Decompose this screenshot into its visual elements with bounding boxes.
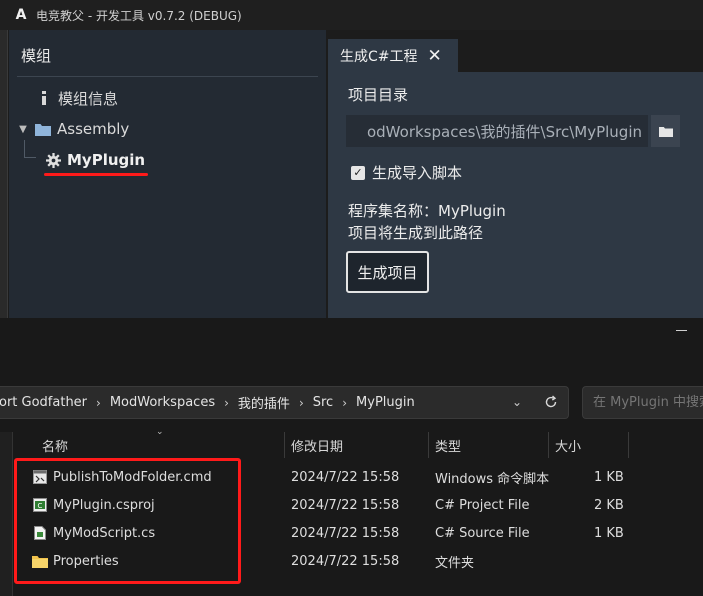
folder-icon <box>658 126 673 137</box>
generate-project-button[interactable]: 生成项目 <box>346 251 429 293</box>
info-icon <box>36 90 52 106</box>
tree-item-label: 模组信息 <box>58 89 119 108</box>
breadcrumb-item[interactable]: Src <box>313 395 333 410</box>
file-name: PublishToModFolder.cmd <box>53 469 212 485</box>
tree-item-label: Assembly <box>57 120 130 138</box>
sort-caret-icon: ⌄ <box>156 427 164 437</box>
file-row[interactable]: PublishToModFolder.cmd 2024/7/22 15:58 W… <box>24 463 703 491</box>
file-type: C# Source File <box>435 525 530 541</box>
chevron-right-icon: › <box>342 395 348 410</box>
checkbox-checked-icon[interactable]: ✓ <box>351 165 365 180</box>
cs-file-icon <box>32 525 48 541</box>
file-name-cell: PublishToModFolder.cmd <box>32 463 212 491</box>
chevron-down-icon[interactable]: ▼ <box>17 124 29 135</box>
tree-item-myplugin[interactable]: MyPlugin <box>45 148 145 172</box>
minimize-icon[interactable] <box>676 330 687 331</box>
chevron-right-icon: › <box>224 395 229 410</box>
file-name-cell: Properties <box>32 547 119 575</box>
project-dir-label: 项目目录 <box>348 86 409 104</box>
browse-folder-button[interactable] <box>651 115 680 147</box>
file-name-cell: MyModScript.cs <box>32 519 155 547</box>
folder-icon <box>32 553 48 569</box>
column-divider[interactable] <box>284 432 285 458</box>
column-header-name[interactable]: 名称 <box>42 432 68 458</box>
checkbox-label: 生成导入脚本 <box>372 164 463 182</box>
panel-divider <box>17 76 318 77</box>
file-type: Windows 命令脚本 <box>435 471 550 487</box>
chevron-right-icon: › <box>96 395 101 410</box>
file-size: 1 KB <box>594 525 624 541</box>
file-date: 2024/7/22 15:58 <box>291 497 400 513</box>
file-row[interactable]: Properties 2024/7/22 15:58 文件夹 <box>24 547 703 575</box>
file-row[interactable]: C MyPlugin.csproj 2024/7/22 15:58 C# Pro… <box>24 491 703 519</box>
nav-pane-edge <box>0 432 13 596</box>
close-icon[interactable]: ✕ <box>428 46 442 66</box>
search-input[interactable] <box>582 386 703 419</box>
file-size: 1 KB <box>594 469 624 485</box>
refresh-button[interactable] <box>541 392 561 412</box>
left-dock-strip <box>0 30 8 318</box>
cmd-file-icon <box>32 469 48 485</box>
file-name-cell: C MyPlugin.csproj <box>32 491 155 519</box>
file-name: MyModScript.cs <box>53 525 156 541</box>
chevron-right-icon: › <box>298 395 304 410</box>
column-divider[interactable] <box>428 432 429 458</box>
breadcrumb-item[interactable]: MyPlugin <box>356 395 415 410</box>
breadcrumb-item[interactable]: 我的插件 <box>238 393 290 412</box>
gear-icon <box>45 152 61 168</box>
window-title: 电竞教父 - 开发工具 v0.7.2 (DEBUG) <box>36 8 242 23</box>
file-date: 2024/7/22 15:58 <box>291 553 400 569</box>
tree-item-assembly[interactable]: ▼ Assembly <box>17 117 129 141</box>
breadcrumb-item[interactable]: ModWorkspaces <box>110 395 215 410</box>
column-header-size[interactable]: 大小 <box>555 432 581 458</box>
file-row[interactable]: MyModScript.cs 2024/7/22 15:58 C# Source… <box>24 519 703 547</box>
file-date: 2024/7/22 15:58 <box>291 525 400 541</box>
tab-generate-csharp-project[interactable]: 生成C#工程 ✕ <box>328 39 458 72</box>
tree-item-mod-info[interactable]: 模组信息 <box>36 86 118 110</box>
project-dir-input[interactable] <box>346 115 648 147</box>
svg-text:C: C <box>38 502 43 510</box>
folder-icon <box>35 121 51 137</box>
file-type: C# Project File <box>435 497 530 513</box>
column-divider[interactable] <box>548 432 549 458</box>
generate-import-script-checkbox[interactable]: ✓ 生成导入脚本 <box>351 162 462 183</box>
tree-item-label: MyPlugin <box>67 151 146 169</box>
breadcrumb-item[interactable]: ort Godfather <box>0 395 87 410</box>
tree-guide-line <box>24 157 36 158</box>
highlight-underline <box>44 173 148 176</box>
file-size: 2 KB <box>594 497 624 513</box>
refresh-icon <box>545 395 557 408</box>
column-header-date[interactable]: 修改日期 <box>291 432 343 458</box>
panel-header: 模组 <box>21 47 52 65</box>
tab-label: 生成C#工程 <box>340 48 418 65</box>
file-name: MyPlugin.csproj <box>53 497 155 513</box>
column-divider[interactable] <box>628 432 629 458</box>
csproj-file-icon: C <box>32 497 48 513</box>
assembly-name-text: 程序集名称：MyPlugin <box>348 202 506 220</box>
file-type: 文件夹 <box>435 555 475 571</box>
title-bar: A 电竞教父 - 开发工具 v0.7.2 (DEBUG) <box>0 0 703 30</box>
column-header-type[interactable]: 类型 <box>435 432 461 458</box>
file-name: Properties <box>53 553 119 569</box>
output-hint-text: 项目将生成到此路径 <box>348 224 484 242</box>
file-date: 2024/7/22 15:58 <box>291 469 400 485</box>
chevron-down-icon[interactable]: ⌄ <box>512 395 522 409</box>
tree-guide-line <box>24 140 25 158</box>
app-logo-icon: A <box>15 7 27 23</box>
address-bar[interactable]: ort Godfather › ModWorkspaces › 我的插件 › S… <box>0 386 569 419</box>
